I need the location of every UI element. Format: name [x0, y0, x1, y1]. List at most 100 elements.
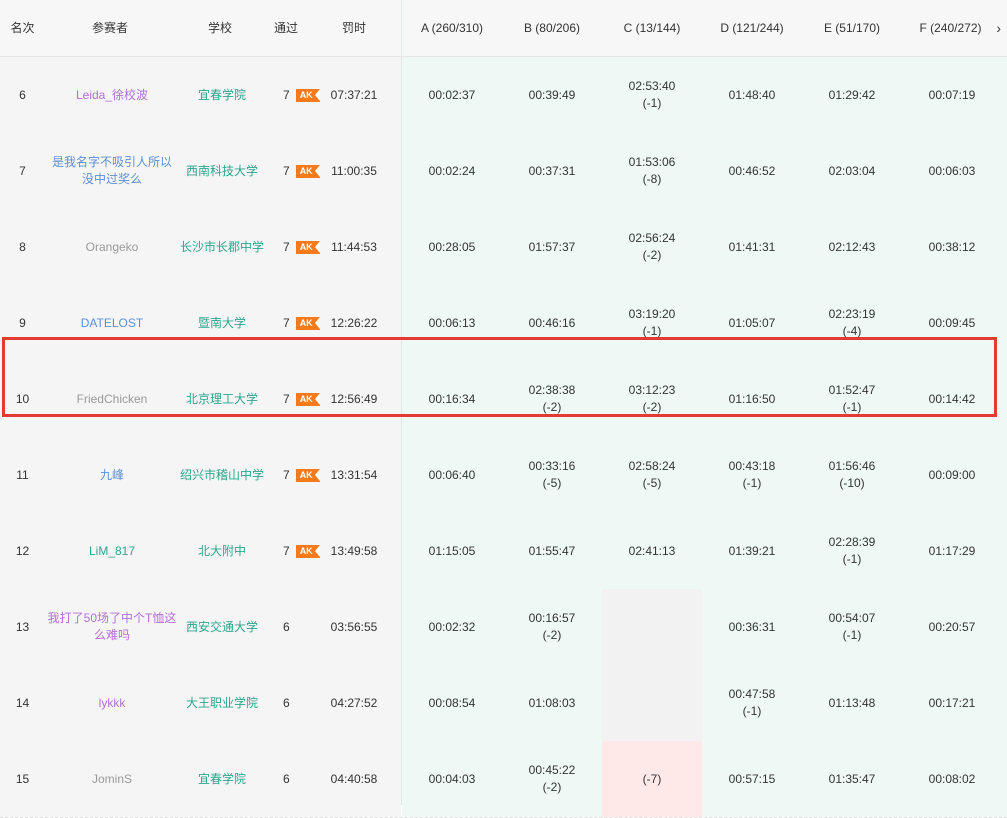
problem-cell[interactable]: (-7) [602, 741, 702, 817]
problem-cell[interactable]: 02:58:24 (-5) [602, 437, 702, 513]
problem-cell[interactable]: 01:17:29 [902, 513, 1002, 589]
problem-cell[interactable]: 01:35:47 [802, 741, 902, 817]
problem-cell[interactable]: 00:02:24 [402, 133, 502, 209]
problem-cell[interactable]: 02:23:19 (-4) [802, 285, 902, 361]
ak-badge: AK [295, 392, 320, 406]
contestant-name[interactable]: FriedChicken [77, 391, 148, 408]
problem-cell[interactable]: 01:13:48 [802, 665, 902, 741]
header-problem-d[interactable]: D (121/244) [702, 0, 802, 56]
problem-cell[interactable]: 00:37:31 [502, 133, 602, 209]
contestant-name[interactable]: 我打了50场了中个T恤这么难吗 [47, 610, 177, 644]
header-problem-c[interactable]: C (13/144) [602, 0, 702, 56]
problem-cell[interactable]: 02:28:39 (-1) [802, 513, 902, 589]
problem-cell[interactable]: 01:56:46 (-10) [802, 437, 902, 513]
problem-cell[interactable]: 00:46:52 [702, 133, 802, 209]
header-problem-e[interactable]: E (51/170) [802, 0, 902, 56]
solve-time: 00:14:42 [928, 391, 976, 406]
header-rank[interactable]: 名次 [0, 0, 45, 56]
problem-cell[interactable]: 00:38:12 [902, 209, 1002, 285]
problem-cell[interactable]: 00:14:42 [902, 361, 1002, 437]
problem-cell[interactable]: 01:05:07 [702, 285, 802, 361]
contestant-name[interactable]: Orangeko [86, 239, 139, 256]
contestant-cell[interactable]: FriedChicken [45, 361, 179, 437]
problem-cell[interactable]: 00:45:22 (-2) [502, 741, 602, 817]
header-problem-a[interactable]: A (260/310) [402, 0, 502, 56]
problem-cell[interactable]: 01:52:47 (-1) [802, 361, 902, 437]
contestant-cell[interactable]: 我打了50场了中个T恤这么难吗 [45, 589, 179, 665]
school-name: 长沙市长郡中学 [179, 239, 264, 254]
chevron-right-icon[interactable]: › [996, 0, 1001, 56]
problem-cell[interactable]: 01:08:03 [502, 665, 602, 741]
problem-cell[interactable]: 01:55:47 [502, 513, 602, 589]
problem-cell[interactable]: 01:48:40 [702, 57, 802, 133]
problem-cell[interactable]: 00:09:00 [902, 437, 1002, 513]
header-problem-b[interactable]: B (80/206) [502, 0, 602, 56]
solved-count: 6 [283, 619, 290, 634]
problem-cell[interactable]: 01:41:31 [702, 209, 802, 285]
problem-cell[interactable]: 00:28:05 [402, 209, 502, 285]
contestant-cell[interactable]: DATELOST [45, 285, 179, 361]
contestant-name[interactable]: DATELOST [81, 315, 143, 332]
table-row: 12 LiM_817 北大附中 7 AK 13:49:58 01:15:05 01:55:47… [0, 513, 1007, 590]
header-school[interactable]: 学校 [175, 0, 265, 56]
problem-cell[interactable]: 02:41:13 [602, 513, 702, 589]
problem-cell[interactable]: 03:19:20 (-1) [602, 285, 702, 361]
problem-cell[interactable]: 00:06:40 [402, 437, 502, 513]
problem-cell[interactable]: 00:04:03 [402, 741, 502, 817]
contestant-cell[interactable]: Leida_徐校波 [45, 57, 179, 133]
problem-cell[interactable]: 01:29:42 [802, 57, 902, 133]
problem-cell[interactable]: 00:02:37 [402, 57, 502, 133]
problem-cell[interactable]: 00:07:19 [902, 57, 1002, 133]
problem-cell[interactable]: 00:20:57 [902, 589, 1002, 665]
solve-time: 01:48:40 [728, 87, 776, 102]
header-contestant[interactable]: 参赛者 [45, 0, 175, 56]
contestant-cell[interactable]: LiM_817 [45, 513, 179, 589]
header-penalty[interactable]: 罚时 [318, 0, 390, 56]
problem-cell[interactable]: 00:08:02 [902, 741, 1002, 817]
problem-cell[interactable]: 00:17:21 [902, 665, 1002, 741]
problem-cell[interactable]: 01:15:05 [402, 513, 502, 589]
problem-cell[interactable]: 00:36:31 [702, 589, 802, 665]
problem-cell[interactable]: 01:53:06 (-8) [602, 133, 702, 209]
contestant-name[interactable]: JominS [92, 771, 132, 788]
problem-cell[interactable]: 02:12:43 [802, 209, 902, 285]
problem-cell[interactable] [602, 589, 702, 665]
contestant-name[interactable]: 九峰 [100, 467, 124, 484]
contestant-name[interactable]: lykkk [99, 695, 126, 712]
problem-cell[interactable]: 01:16:50 [702, 361, 802, 437]
problem-cell[interactable]: 00:43:18 (-1) [702, 437, 802, 513]
contestant-name[interactable]: Leida_徐校波 [76, 87, 148, 104]
header-solved[interactable]: 通过 [265, 0, 307, 56]
problem-cell[interactable]: 02:53:40 (-1) [602, 57, 702, 133]
problem-cell[interactable]: 00:09:45 [902, 285, 1002, 361]
contestant-cell[interactable]: Orangeko [45, 209, 179, 285]
solve-time: 00:20:57 [928, 619, 976, 634]
problem-cell[interactable]: 00:54:07 (-1) [802, 589, 902, 665]
problem-cell[interactable]: 00:06:13 [402, 285, 502, 361]
problem-cell[interactable]: 00:46:16 [502, 285, 602, 361]
contestant-cell[interactable]: 是我名字不吸引人所以没中过奖么 [45, 133, 179, 209]
problem-cell[interactable]: 01:57:37 [502, 209, 602, 285]
problem-cell[interactable]: 00:39:49 [502, 57, 602, 133]
contestant-cell[interactable]: 九峰 [45, 437, 179, 513]
problem-cell[interactable] [602, 665, 702, 741]
contestant-name[interactable]: 是我名字不吸引人所以没中过奖么 [47, 154, 177, 188]
penalty-cell: 03:56:55 [318, 589, 390, 665]
problem-cell[interactable]: 02:56:24 (-2) [602, 209, 702, 285]
problem-cell[interactable]: 00:06:03 [902, 133, 1002, 209]
problem-cell[interactable]: 00:16:34 [402, 361, 502, 437]
problem-cell[interactable]: 02:03:04 [802, 133, 902, 209]
problem-cell[interactable]: 00:16:57 (-2) [502, 589, 602, 665]
problem-cell[interactable]: 00:47:58 (-1) [702, 665, 802, 741]
contestant-name[interactable]: LiM_817 [89, 543, 135, 560]
header-problem-f[interactable]: F (240/272) [902, 0, 999, 56]
problem-cell[interactable]: 00:08:54 [402, 665, 502, 741]
problem-cell[interactable]: 03:12:23 (-2) [602, 361, 702, 437]
problem-cell[interactable]: 02:38:38 (-2) [502, 361, 602, 437]
problem-cell[interactable]: 00:33:16 (-5) [502, 437, 602, 513]
contestant-cell[interactable]: JominS [45, 741, 179, 817]
problem-cell[interactable]: 01:39:21 [702, 513, 802, 589]
contestant-cell[interactable]: lykkk [45, 665, 179, 741]
problem-cell[interactable]: 00:57:15 [702, 741, 802, 817]
problem-cell[interactable]: 00:02:32 [402, 589, 502, 665]
